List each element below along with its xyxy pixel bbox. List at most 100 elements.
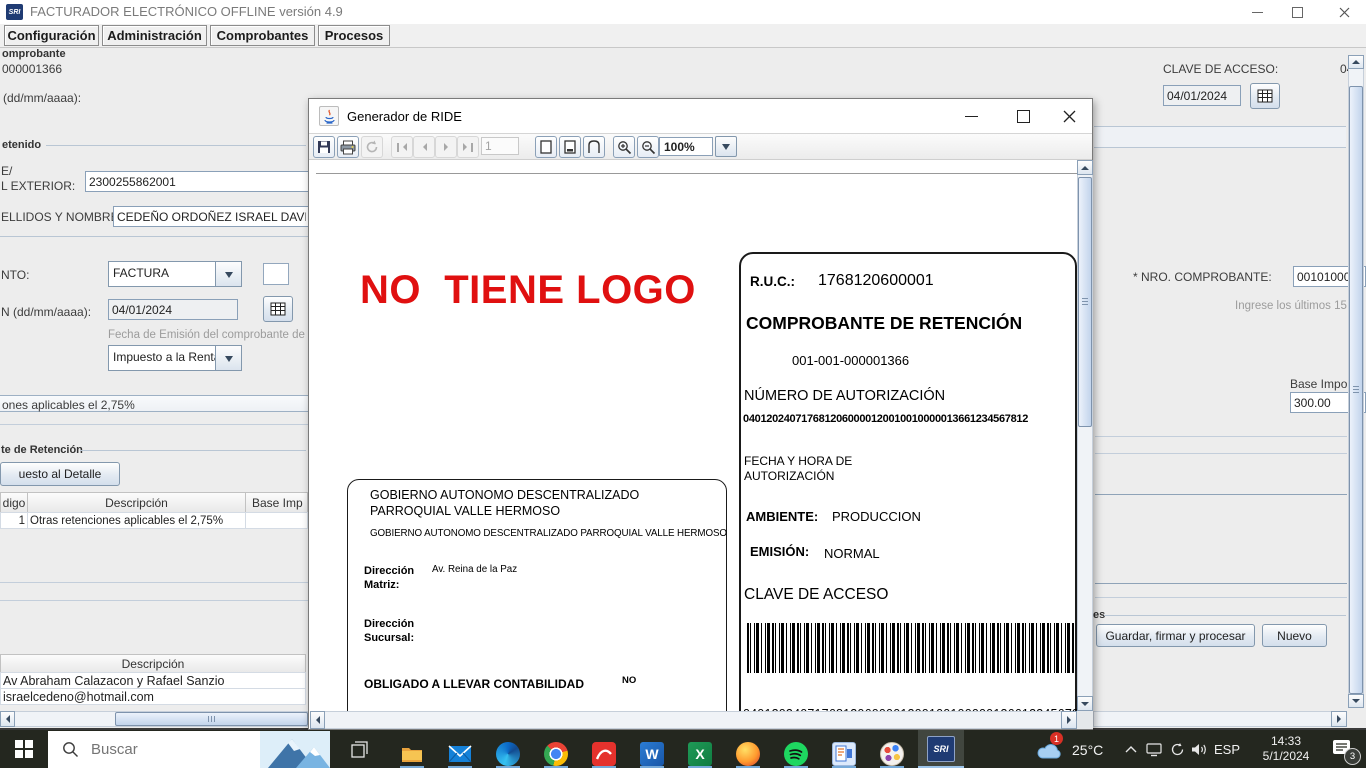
agregar-impuesto-button[interactable]: uesto al Detalle xyxy=(0,462,120,486)
fit-page-view-button[interactable] xyxy=(559,136,581,158)
id-exterior-field[interactable] xyxy=(85,171,310,192)
dialog-hscroll-left-button[interactable] xyxy=(310,711,325,729)
main-vscroll-thumb[interactable] xyxy=(1349,86,1363,694)
guardar-firmar-button[interactable]: Guardar, firmar y procesar xyxy=(1096,624,1255,647)
taskbar-icon-reader[interactable] xyxy=(832,742,856,766)
dialog-hscrollbar[interactable] xyxy=(310,711,1077,729)
zoom-level-field[interactable] xyxy=(659,137,713,156)
main-minimize-button[interactable] xyxy=(1240,0,1274,24)
tax-col-codigo[interactable]: digo xyxy=(0,492,28,513)
zoom-combo-arrow-button[interactable] xyxy=(715,136,737,157)
dialog-minimize-button[interactable] xyxy=(949,99,993,133)
java-icon xyxy=(319,106,339,126)
page-number-field[interactable] xyxy=(481,137,519,155)
zoom-out-button[interactable] xyxy=(637,136,659,158)
task-view-icon xyxy=(349,740,369,760)
fecha-calendar-button[interactable] xyxy=(263,296,293,322)
language-indicator[interactable]: ESP xyxy=(1214,742,1240,757)
save-button[interactable] xyxy=(313,136,335,158)
main-hscrollbar[interactable] xyxy=(1093,711,1347,727)
tray-volume-button[interactable] xyxy=(1188,738,1210,760)
dialog-titlebar[interactable]: Generador de RIDE xyxy=(309,99,1092,133)
dialog-vscroll-down-button[interactable] xyxy=(1077,696,1093,711)
dialog-vscroll-thumb[interactable] xyxy=(1078,177,1092,427)
taskbar-icon-firefox[interactable] xyxy=(736,742,760,766)
main-close-button[interactable] xyxy=(1324,0,1364,24)
main-restore-button[interactable] xyxy=(1280,0,1314,24)
taskbar-icon-mail[interactable] xyxy=(448,742,472,768)
first-page-button[interactable] xyxy=(391,136,413,158)
search-box[interactable] xyxy=(48,731,330,768)
impuesto-combo[interactable]: Impuesto a la Renta xyxy=(108,345,242,371)
menu-configuracion[interactable]: Configuración xyxy=(4,25,99,46)
info-row-direccion[interactable]: Av Abraham Calazacon y Rafael Sanzio xyxy=(0,672,306,689)
dialog-close-button[interactable] xyxy=(1047,99,1091,133)
print-button[interactable] xyxy=(337,136,359,158)
fecha-emision-field[interactable] xyxy=(108,299,238,320)
taskbar-icon-edge[interactable] xyxy=(496,742,520,766)
taskbar-icon-excel[interactable]: X xyxy=(688,742,712,766)
group-acciones-line xyxy=(1104,615,1346,616)
fecha-autorizacion-field[interactable] xyxy=(1163,85,1241,106)
last-page-button[interactable] xyxy=(457,136,479,158)
left-hscroll-left-button[interactable] xyxy=(0,711,15,727)
left-hscroll-thumb[interactable] xyxy=(115,712,308,726)
tax-col-base[interactable]: Base Imp xyxy=(245,492,308,513)
taskbar-icon-paint[interactable] xyxy=(880,742,904,766)
group-retenido-title: etenido xyxy=(2,139,41,151)
zoom-in-button[interactable] xyxy=(613,136,635,158)
ambiente-value: PRODUCCION xyxy=(832,509,921,524)
dialog-vscroll-up-button[interactable] xyxy=(1077,160,1093,175)
main-hscroll-right-button[interactable] xyxy=(1331,711,1347,727)
taskbar-icon-sri-active[interactable]: SRI xyxy=(918,730,964,768)
menu-comprobantes[interactable]: Comprobantes xyxy=(210,25,315,46)
fecha-autorizacion-calendar-button[interactable] xyxy=(1250,83,1280,109)
sync-icon xyxy=(1170,742,1185,757)
dialog-hscroll-right-button[interactable] xyxy=(1061,711,1077,729)
scroll-down-icon xyxy=(1352,699,1360,707)
search-input[interactable] xyxy=(89,740,243,759)
next-page-button[interactable] xyxy=(435,136,457,158)
taskbar-icon-word[interactable]: W xyxy=(640,742,664,766)
fit-page-icon xyxy=(564,140,576,154)
menu-administracion[interactable]: Administración xyxy=(102,25,207,46)
taskbar-icon-pdf[interactable] xyxy=(592,742,616,766)
taskbar-icon-chrome[interactable] xyxy=(544,742,568,766)
tax-row-base[interactable] xyxy=(245,512,308,529)
task-view-button[interactable] xyxy=(344,738,374,762)
single-page-view-button[interactable] xyxy=(535,136,557,158)
main-vscroll-up-button[interactable] xyxy=(1348,55,1364,69)
combo-arrow-button[interactable] xyxy=(215,346,241,370)
emision-value: NORMAL xyxy=(824,546,880,561)
documento-combo[interactable]: FACTURA xyxy=(108,261,242,287)
notification-center-button[interactable]: 3 xyxy=(1330,736,1360,764)
combo-arrow-button[interactable] xyxy=(215,262,241,286)
info-col-descripcion[interactable]: Descripción xyxy=(0,654,306,673)
screen: SRI FACTURADOR ELECTRÓNICO OFFLINE versi… xyxy=(0,0,1366,768)
tray-expand-button[interactable] xyxy=(1120,738,1142,760)
emision-label: EMISIÓN: xyxy=(750,544,809,559)
clock-tray-button[interactable]: 14:33 5/1/2024 xyxy=(1248,734,1324,764)
reload-button[interactable] xyxy=(361,136,383,158)
tax-col-descripcion[interactable]: Descripción xyxy=(27,492,246,513)
temperature-text[interactable]: 25°C xyxy=(1072,742,1103,758)
documento-checkbox[interactable] xyxy=(263,263,289,285)
weather-tray-button[interactable]: 1 xyxy=(1036,734,1068,764)
taskbar-icon-explorer[interactable] xyxy=(400,742,424,768)
tray-sync-button[interactable] xyxy=(1166,738,1188,760)
retencion-selected-row[interactable]: ones aplicables el 2,75% xyxy=(0,395,308,412)
tax-row-num[interactable]: 1 xyxy=(0,512,28,529)
taskbar-icon-spotify[interactable] xyxy=(784,742,808,766)
main-vscroll-down-button[interactable] xyxy=(1348,694,1364,708)
fit-width-view-button[interactable] xyxy=(583,136,605,158)
menu-procesos[interactable]: Procesos xyxy=(318,25,390,46)
apellidos-nombres-field[interactable] xyxy=(113,206,310,227)
info-row-email[interactable]: israelcedeno@hotmail.com xyxy=(0,688,306,705)
tray-network-button[interactable] xyxy=(1143,738,1165,760)
start-button[interactable] xyxy=(0,730,48,768)
previous-page-button[interactable] xyxy=(413,136,435,158)
nuevo-button[interactable]: Nuevo xyxy=(1262,624,1327,647)
minimize-icon xyxy=(1252,12,1263,13)
dialog-maximize-button[interactable] xyxy=(1001,99,1045,133)
tax-row-desc[interactable]: Otras retenciones aplicables el 2,75% xyxy=(27,512,246,529)
